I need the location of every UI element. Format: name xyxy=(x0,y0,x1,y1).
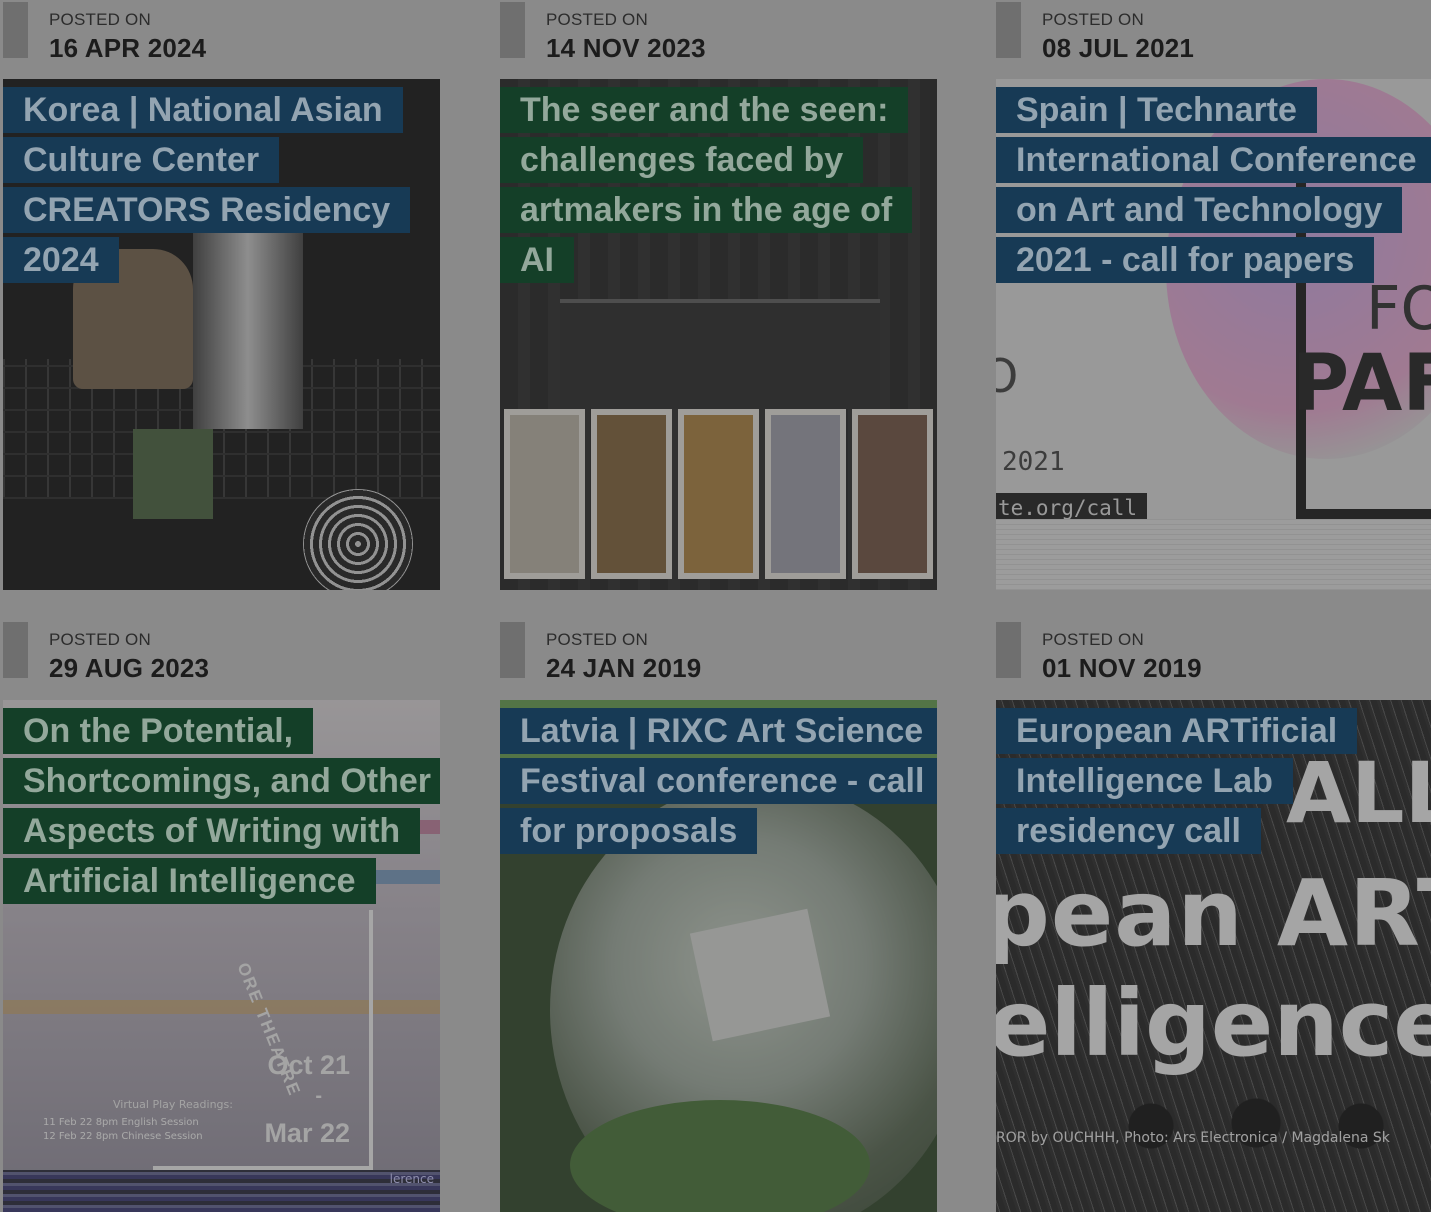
date-accent-bar xyxy=(996,2,1021,58)
posted-on-label: POSTED ON xyxy=(49,630,151,649)
post-date: 08 JUL 2021 xyxy=(1042,33,1195,63)
post-card[interactable]: POSTED ON 16 APR 2024 Korea | National A… xyxy=(3,0,440,600)
post-meta: POSTED ON 29 AUG 2023 xyxy=(3,620,440,699)
post-thumbnail[interactable]: ORE THEATRE Oct 21 - Mar 22 Virtual Play… xyxy=(3,700,440,1212)
post-card[interactable]: POSTED ON 08 JUL 2021 FO PAF O 2021 te.o… xyxy=(996,0,1431,600)
post-thumbnail[interactable]: Korea | National Asian Culture Center CR… xyxy=(3,79,440,590)
posted-on-label: POSTED ON xyxy=(1042,630,1144,649)
post-meta: POSTED ON 01 NOV 2019 xyxy=(996,620,1431,699)
posts-grid: POSTED ON 16 APR 2024 Korea | National A… xyxy=(0,0,1431,1212)
post-date: 01 NOV 2019 xyxy=(1042,653,1202,683)
date-accent-bar xyxy=(3,622,28,678)
date-accent-bar xyxy=(500,622,525,678)
date-accent-bar xyxy=(500,2,525,58)
post-title-link[interactable]: Korea | National Asian Culture Center CR… xyxy=(3,87,411,283)
post-card[interactable]: POSTED ON 29 AUG 2023 ORE THEATRE Oct 21… xyxy=(3,620,440,1212)
posted-on-label: POSTED ON xyxy=(1042,10,1144,29)
posted-on-label: POSTED ON xyxy=(546,10,648,29)
post-meta: POSTED ON 16 APR 2024 xyxy=(3,0,440,79)
post-meta: POSTED ON 14 NOV 2023 xyxy=(500,0,937,79)
post-date: 16 APR 2024 xyxy=(49,33,207,63)
post-card[interactable]: POSTED ON 01 NOV 2019 ALL pean ARTif ell… xyxy=(996,620,1431,1212)
posted-on-label: POSTED ON xyxy=(49,10,151,29)
post-card[interactable]: POSTED ON 14 NOV 2023 The seer and the s… xyxy=(500,0,937,600)
post-meta: POSTED ON 08 JUL 2021 xyxy=(996,0,1431,79)
date-accent-bar xyxy=(996,622,1021,678)
post-title-link[interactable]: Spain | Technarte International Conferen… xyxy=(996,87,1431,283)
post-thumbnail[interactable]: The seer and the seen: challenges faced … xyxy=(500,79,937,590)
date-accent-bar xyxy=(3,2,28,58)
post-title-link[interactable]: Latvia | RIXC Art Science Festival confe… xyxy=(500,708,937,854)
post-title-link[interactable]: The seer and the seen: challenges faced … xyxy=(500,87,913,283)
post-meta: POSTED ON 24 JAN 2019 xyxy=(500,620,937,699)
post-thumbnail[interactable]: ALL pean ARTif elligence L ROR by OUCHHH… xyxy=(996,700,1431,1212)
post-card[interactable]: POSTED ON 24 JAN 2019 Latvia | RIXC Art … xyxy=(500,620,937,1212)
post-date: 29 AUG 2023 xyxy=(49,653,210,683)
post-date: 24 JAN 2019 xyxy=(546,653,702,683)
post-thumbnail[interactable]: FO PAF O 2021 te.org/call Spain | Techna… xyxy=(996,79,1431,590)
post-date: 14 NOV 2023 xyxy=(546,33,706,63)
post-title-link[interactable]: European ARTificial Intelligence Lab res… xyxy=(996,708,1358,854)
post-title-link[interactable]: On the Potential, Shortcomings, and Othe… xyxy=(3,708,440,904)
post-thumbnail[interactable]: Latvia | RIXC Art Science Festival confe… xyxy=(500,700,937,1212)
posted-on-label: POSTED ON xyxy=(546,630,648,649)
